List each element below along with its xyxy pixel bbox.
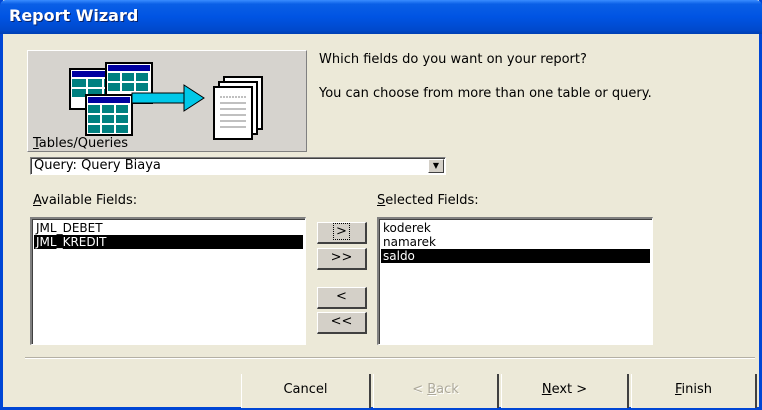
available-field-item[interactable]: JML_DEBET — [34, 221, 303, 235]
prompt-line-2: You can choose from more than one table … — [319, 86, 652, 101]
finish-label-rest: inish — [681, 382, 713, 397]
available-fields-list[interactable]: JML_DEBET JML_KREDIT — [30, 217, 306, 345]
selected-fields-list[interactable]: koderek namarek saldo — [377, 217, 653, 345]
available-fields-label-accel: A — [33, 193, 42, 208]
available-field-item[interactable]: JML_KREDIT — [34, 235, 303, 249]
selected-fields-label: Selected Fields: — [377, 193, 479, 208]
next-label-accel: N — [541, 382, 552, 397]
tables-queries-label-rest: ables/Queries — [38, 136, 128, 151]
tables-queries-combobox[interactable]: Query: Query Biaya ▼ — [30, 157, 446, 175]
remove-field-label: < — [336, 289, 347, 304]
button-separator — [25, 357, 755, 359]
next-label-rest: ext > — [551, 382, 588, 397]
title-bar[interactable]: Report Wizard — [0, 0, 762, 34]
back-label-prefix: < — [412, 382, 428, 397]
report-wizard-window: Report Wizard Which fields do you want o… — [0, 0, 762, 410]
add-all-label: >> — [330, 250, 353, 265]
report-pages-icon — [213, 76, 263, 140]
cancel-button[interactable]: Cancel — [241, 374, 371, 408]
back-button[interactable]: < Back — [373, 374, 499, 408]
dropdown-arrow-icon[interactable]: ▼ — [428, 159, 444, 173]
selected-field-item[interactable]: namarek — [381, 235, 650, 249]
remove-field-button[interactable]: < — [317, 287, 367, 309]
tables-queries-label: Tables/Queries — [33, 136, 128, 151]
window-title: Report Wizard — [9, 6, 139, 25]
back-label-rest: ack — [436, 382, 459, 397]
cancel-label: Cancel — [283, 382, 328, 397]
add-field-label: > — [333, 223, 350, 240]
next-button[interactable]: Next > — [501, 374, 629, 408]
finish-button[interactable]: Finish — [631, 374, 757, 408]
available-fields-label-rest: vailable Fields: — [41, 193, 138, 208]
remove-all-label: << — [330, 314, 353, 329]
selected-field-item[interactable]: koderek — [381, 221, 650, 235]
selected-field-item[interactable]: saldo — [381, 249, 650, 263]
tables-queries-value: Query: Query Biaya — [34, 158, 161, 173]
add-field-button[interactable]: > — [317, 222, 367, 244]
available-fields-label: Available Fields: — [33, 193, 137, 208]
remove-all-fields-button[interactable]: << — [317, 312, 367, 334]
add-all-fields-button[interactable]: >> — [317, 248, 367, 270]
prompt-line-1: Which fields do you want on your report? — [319, 52, 587, 67]
back-label-accel: B — [427, 382, 437, 397]
selected-fields-label-rest: elected Fields: — [385, 193, 479, 208]
